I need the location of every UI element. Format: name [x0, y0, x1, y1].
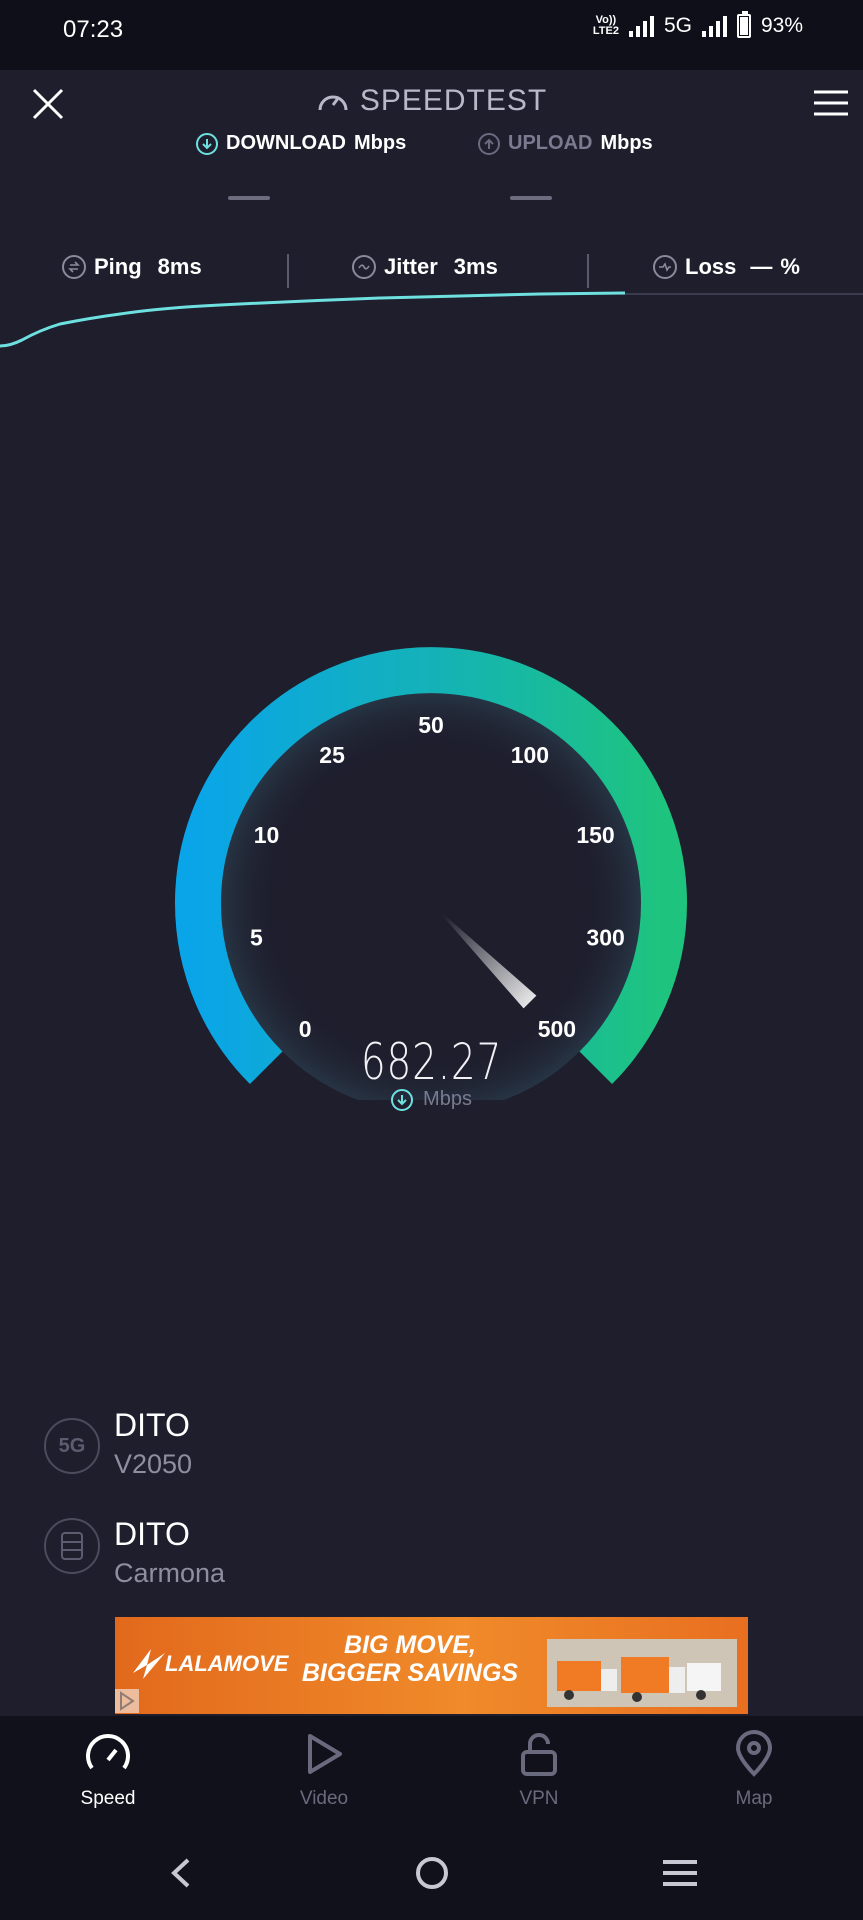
download-header: DOWNLOAD Mbps: [196, 132, 406, 155]
download-label: DOWNLOAD: [226, 132, 346, 154]
volte-bottom-label: LTE2: [592, 25, 619, 37]
signal-icon: [628, 15, 654, 37]
upload-arrow-icon: [478, 132, 500, 155]
ad-choices-icon[interactable]: [115, 1689, 139, 1713]
upload-label: UPLOAD: [508, 132, 593, 154]
loss-stat: Loss — %: [653, 254, 800, 280]
home-circle-icon: [416, 1857, 448, 1889]
download-unit: Mbps: [353, 132, 407, 154]
nav-map-label: Map: [735, 1788, 773, 1809]
home-button[interactable]: [402, 1848, 462, 1898]
ping-label: Ping: [94, 254, 142, 279]
gauge-scale-label: 150: [576, 822, 614, 848]
unlock-icon: [521, 1733, 557, 1776]
jitter-value: 3ms: [453, 254, 498, 279]
loss-value: —: [750, 254, 773, 279]
battery-icon: [736, 11, 751, 38]
gauge-scale-label: 5: [250, 925, 263, 951]
signal-5g-icon: [701, 15, 727, 37]
ping-icon: [62, 255, 86, 279]
menu-button[interactable]: [812, 88, 850, 118]
network-5g-icon: 5G: [44, 1418, 100, 1474]
ad-brand: LALAMOVE: [165, 1651, 289, 1676]
jitter-icon: [352, 255, 376, 279]
system-nav-bar: [0, 1826, 863, 1920]
trucks-illustration: [547, 1639, 737, 1707]
speed-unit-label: Mbps: [423, 1088, 472, 1110]
map-pin-icon: [735, 1730, 773, 1777]
server-location[interactable]: Carmona: [114, 1558, 225, 1589]
nav-video[interactable]: Video: [264, 1716, 384, 1826]
gauge-scale-label: 10: [254, 822, 280, 848]
network-type: 5G: [663, 14, 692, 37]
upload-value-placeholder: [510, 196, 552, 200]
nav-speed-label: Speed: [80, 1788, 136, 1809]
hamburger-icon: [814, 90, 848, 116]
download-arrow-icon: [391, 1088, 414, 1111]
server-icon: [44, 1518, 100, 1574]
ad-headline: BIG MOVE, BIGGER SAVINGS: [300, 1631, 520, 1687]
volte-icon: Vo)) LTE2: [593, 15, 619, 37]
loss-icon: [653, 255, 677, 279]
speed-unit: Mbps: [0, 1088, 863, 1111]
play-icon: [308, 1734, 342, 1774]
bottom-nav: Speed Video VPN Map: [0, 1716, 863, 1826]
provider-name: DITO: [114, 1407, 190, 1443]
ad-banner[interactable]: LALAMOVE BIG MOVE, BIGGER SAVINGS: [115, 1617, 748, 1714]
server-provider: DITO: [114, 1516, 190, 1552]
ad-trucks-image: [547, 1639, 737, 1707]
speedometer-icon: [318, 95, 348, 111]
nav-vpn-label: VPN: [519, 1788, 559, 1809]
speedometer-icon: [86, 1734, 130, 1770]
jitter-label: Jitter: [384, 254, 438, 279]
speed-gauge: 05102550100150300500: [175, 647, 687, 1100]
nav-vpn[interactable]: VPN: [479, 1716, 599, 1826]
jitter-stat: Jitter 3ms: [352, 254, 498, 280]
gauge-scale-label: 50: [418, 712, 444, 738]
upload-header: UPLOAD Mbps: [478, 132, 653, 155]
ping-stat: Ping 8ms: [62, 254, 202, 280]
server-glyph: [61, 1532, 83, 1560]
recents-button[interactable]: [650, 1848, 710, 1898]
device-name: V2050: [114, 1449, 193, 1479]
nav-speed[interactable]: Speed: [48, 1716, 168, 1826]
loss-label: Loss: [685, 254, 737, 279]
loss-unit: %: [780, 254, 800, 279]
lalamove-logo-icon: [133, 1649, 165, 1679]
status-bar: 07:23 Vo)) LTE2 5G 93%: [0, 0, 863, 70]
gauge-scale-label: 300: [586, 925, 624, 951]
ping-value: 8ms: [157, 254, 202, 279]
ad-headline-line1: BIG MOVE,: [344, 1631, 476, 1659]
recents-icon: [663, 1860, 697, 1886]
nav-video-label: Video: [299, 1788, 349, 1809]
speed-value: 682.27: [360, 1033, 503, 1091]
nav-map[interactable]: Map: [694, 1716, 814, 1826]
upload-unit: Mbps: [600, 132, 653, 154]
status-icons: Vo)) LTE2 5G 93%: [593, 11, 803, 38]
battery-percent: 93%: [760, 14, 803, 37]
gauge-scale-label: 25: [319, 742, 345, 768]
throughput-graph: [0, 291, 863, 348]
back-button[interactable]: [152, 1848, 212, 1898]
download-value-placeholder: [228, 196, 270, 200]
ad-headline-line2: BIGGER SAVINGS: [301, 1659, 519, 1687]
network-badge-label: 5G: [58, 1434, 86, 1457]
status-time: 07:23: [63, 16, 124, 43]
app-title: SPEEDTEST: [0, 84, 863, 118]
title-text: SPEEDTEST: [359, 84, 548, 117]
gauge-scale-label: 100: [511, 742, 549, 768]
back-icon: [171, 1858, 190, 1888]
download-arrow-icon: [196, 132, 218, 155]
